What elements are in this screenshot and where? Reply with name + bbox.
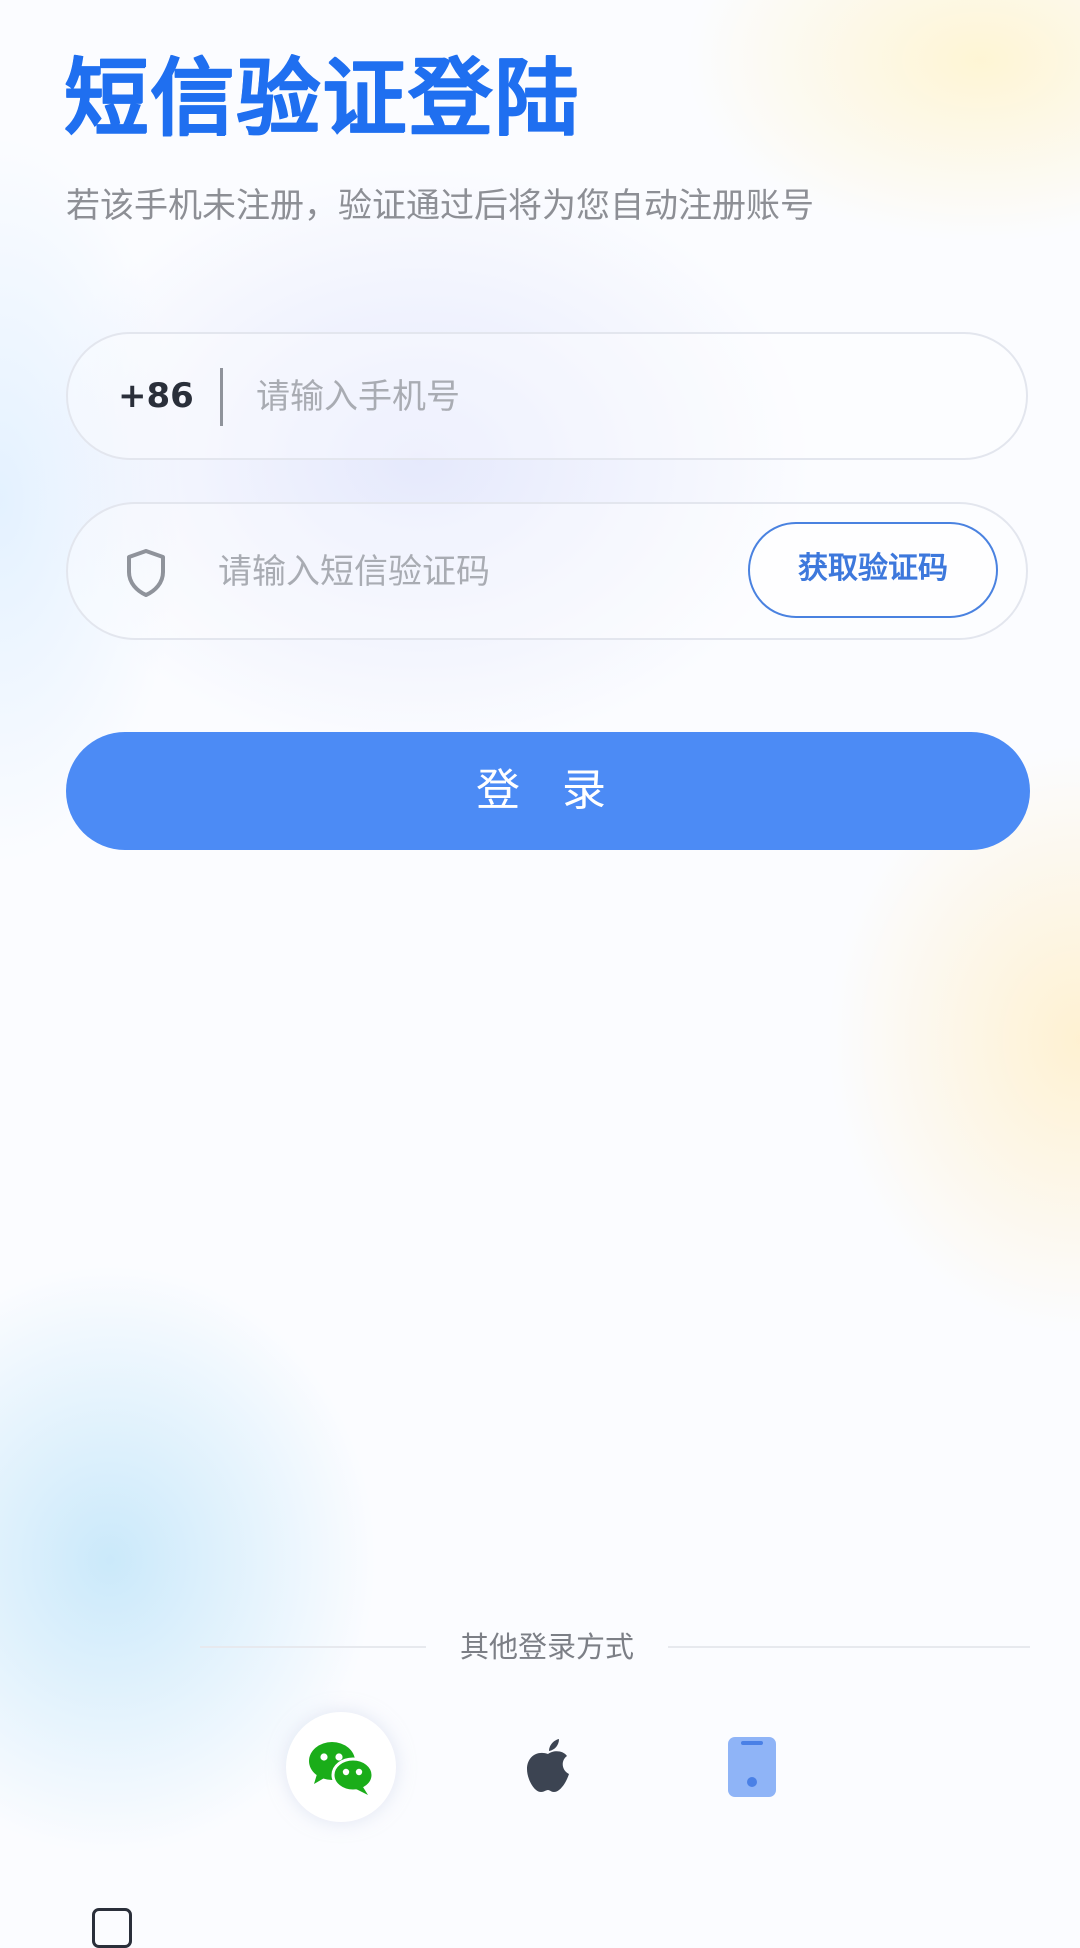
phone-input[interactable]	[254, 334, 958, 460]
phone-icon	[728, 1737, 776, 1797]
phone-login-button[interactable]	[697, 1712, 807, 1822]
apple-icon	[527, 1739, 569, 1792]
login-page: 短信验证登陆 若该手机未注册，验证通过后将为您自动注册账号 +86 获取验证码 …	[0, 0, 1080, 1948]
wechat-login-button[interactable]	[286, 1712, 396, 1822]
apple-login-button[interactable]	[493, 1712, 603, 1822]
page-subtitle: 若该手机未注册，验证通过后将为您自动注册账号	[66, 186, 814, 226]
login-button[interactable]: 登 录	[66, 732, 1030, 850]
country-code-divider	[220, 368, 223, 426]
divider-line-left	[200, 1646, 426, 1648]
divider-line-right	[668, 1646, 1030, 1648]
verification-code-input[interactable]	[216, 504, 740, 640]
agreement-checkbox[interactable]	[92, 1908, 132, 1948]
country-code-selector[interactable]: +86	[118, 334, 194, 458]
wechat-icon	[309, 1742, 375, 1795]
shield-icon	[124, 548, 168, 598]
page-title: 短信验证登陆	[64, 49, 581, 147]
get-code-button[interactable]: 获取验证码	[748, 522, 998, 618]
verification-code-field: 获取验证码	[66, 502, 1028, 640]
phone-field: +86	[66, 332, 1028, 460]
other-login-label: 其他登录方式	[459, 1630, 634, 1664]
